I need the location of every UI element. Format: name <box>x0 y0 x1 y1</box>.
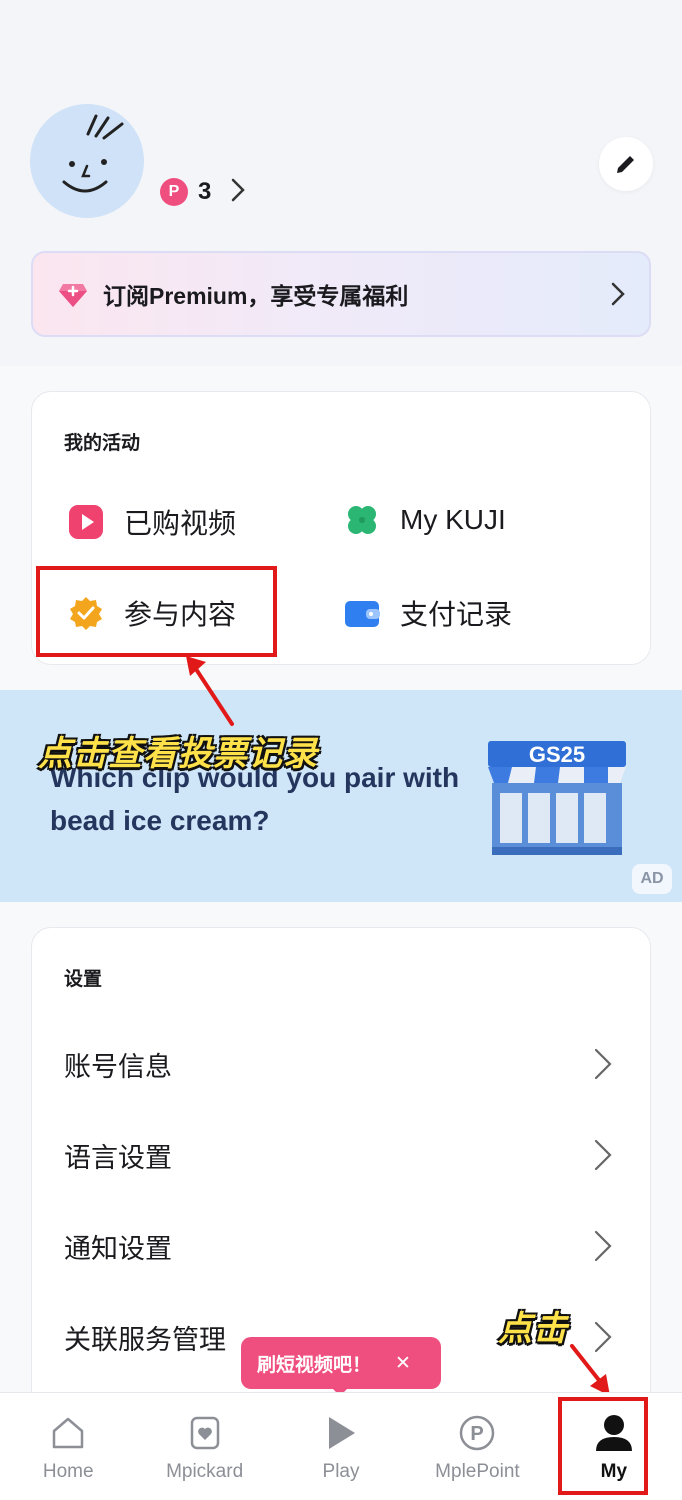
chevron-right-icon <box>594 1048 612 1080</box>
close-icon[interactable]: ✕ <box>395 1352 411 1375</box>
card-icon <box>185 1413 225 1453</box>
svg-text:P: P <box>471 1423 484 1445</box>
annotation-arrow <box>186 656 234 726</box>
nav-play-label: Play <box>322 1461 360 1482</box>
settings-title: 设置 <box>64 969 103 990</box>
point-badge-icon: P <box>160 178 188 206</box>
play-icon <box>321 1413 361 1453</box>
nav-mpickard[interactable]: Mpickard <box>136 1393 272 1500</box>
my-kuji-label: My KUJI <box>400 504 506 535</box>
nav-play[interactable]: Play <box>273 1393 409 1500</box>
payment-history-item[interactable]: 支付记录 <box>344 593 512 633</box>
tooltip-label: 刷短视频吧！ <box>257 1354 372 1376</box>
participated-content-highlight <box>36 566 277 657</box>
language-settings-label: 语言设置 <box>64 1142 172 1173</box>
chevron-right-icon <box>611 282 625 306</box>
gem-icon <box>59 284 87 307</box>
language-settings-item[interactable]: 语言设置 <box>32 1125 652 1185</box>
nav-mplepoint[interactable]: P MplePoint <box>409 1393 545 1500</box>
nav-home-label: Home <box>42 1461 94 1482</box>
linked-services-label: 关联服务管理 <box>64 1324 226 1355</box>
click-hint: 点击 <box>498 1310 568 1348</box>
premium-subscribe-banner[interactable]: 订阅Premium，享受专属福利 <box>31 251 651 337</box>
purchased-videos-label: 已购视频 <box>124 508 237 539</box>
edit-profile-button[interactable] <box>599 137 653 191</box>
chevron-right-icon <box>594 1139 612 1171</box>
store-illustration: GS25 <box>488 741 626 855</box>
account-info-label: 账号信息 <box>64 1051 172 1082</box>
premium-label: 订阅Premium，享受专属福利 <box>103 283 409 309</box>
purchased-videos-item[interactable]: 已购视频 <box>68 502 236 542</box>
points-summary[interactable]: P 3 <box>160 178 246 206</box>
notification-settings-item[interactable]: 通知设置 <box>32 1216 652 1276</box>
play-square-icon <box>68 504 104 540</box>
annotation-arrow <box>570 1344 610 1396</box>
my-tab-highlight <box>558 1397 648 1495</box>
svg-text:GS25: GS25 <box>529 742 585 767</box>
nav-home[interactable]: Home <box>0 1393 136 1500</box>
chevron-right-icon <box>594 1230 612 1262</box>
nav-mplepoint-label: MplePoint <box>435 1461 520 1482</box>
wallet-icon <box>344 595 380 631</box>
smiley-face-icon <box>62 114 124 193</box>
notification-settings-label: 通知设置 <box>64 1233 172 1264</box>
short-video-tooltip[interactable]: 刷短视频吧！ ✕ <box>241 1337 441 1389</box>
vote-record-hint: 点击查看投票记录 <box>38 735 318 773</box>
point-icon: P <box>457 1413 497 1453</box>
nav-mpickard-label: Mpickard <box>166 1461 244 1482</box>
avatar[interactable] <box>30 104 144 218</box>
clover-icon <box>344 502 380 538</box>
pencil-icon <box>617 156 634 173</box>
my-kuji-item[interactable]: My KUJI <box>344 502 506 538</box>
chevron-right-icon <box>231 178 246 206</box>
activity-title: 我的活动 <box>64 433 141 454</box>
ad-badge: AD <box>632 864 672 894</box>
payment-history-label: 支付记录 <box>400 599 513 630</box>
home-icon <box>48 1413 88 1453</box>
account-info-item[interactable]: 账号信息 <box>32 1034 652 1094</box>
points-count: 3 <box>198 178 212 205</box>
